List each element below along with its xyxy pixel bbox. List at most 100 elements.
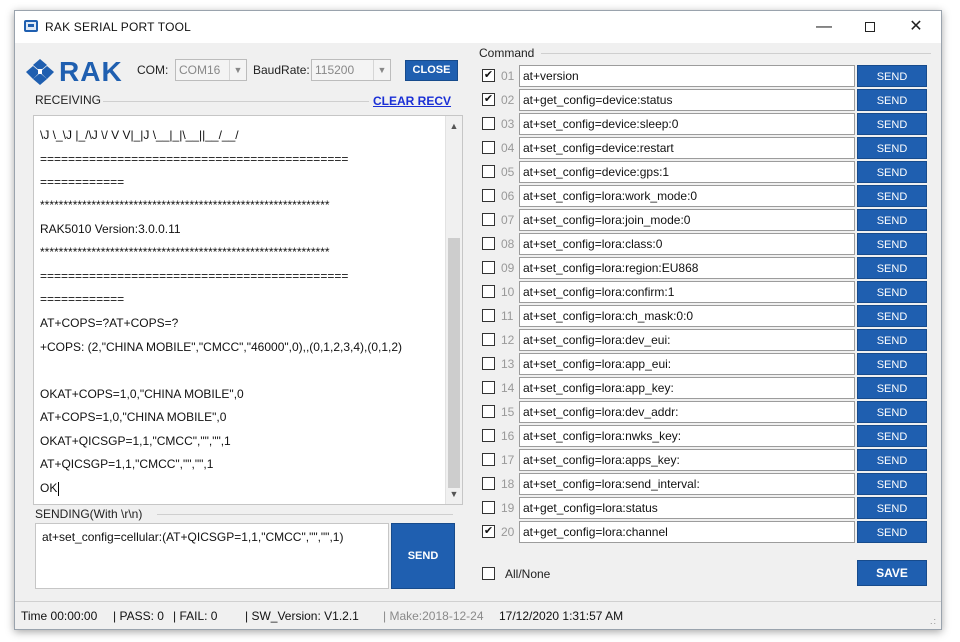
- command-checkbox[interactable]: ✔: [482, 525, 495, 538]
- command-input[interactable]: at+set_config=device:sleep:0: [519, 113, 855, 135]
- command-send-button[interactable]: SEND: [857, 137, 927, 159]
- command-row: 14 at+set_config=lora:app_key: SEND: [479, 377, 929, 399]
- command-send-button[interactable]: SEND: [857, 425, 927, 447]
- recv-line: ========================================…: [40, 152, 349, 166]
- command-input[interactable]: at+set_config=lora:confirm:1: [519, 281, 855, 303]
- save-button[interactable]: SAVE: [857, 560, 927, 586]
- close-port-button[interactable]: CLOSE: [405, 60, 458, 81]
- command-input[interactable]: at+version: [519, 65, 855, 87]
- com-select[interactable]: COM16 ▼: [175, 59, 247, 81]
- command-checkbox[interactable]: ✔: [482, 93, 495, 106]
- com-select-value: COM16: [179, 63, 221, 77]
- command-input[interactable]: at+set_config=lora:dev_eui:: [519, 329, 855, 351]
- minimize-button[interactable]: —: [801, 11, 847, 43]
- command-send-button[interactable]: SEND: [857, 89, 927, 111]
- receive-scrollbar[interactable]: ▲ ▼: [445, 116, 462, 504]
- command-checkbox[interactable]: [482, 189, 495, 202]
- command-send-button[interactable]: SEND: [857, 329, 927, 351]
- command-checkbox[interactable]: [482, 333, 495, 346]
- scroll-up-icon[interactable]: ▲: [446, 118, 462, 134]
- command-checkbox[interactable]: [482, 405, 495, 418]
- command-input[interactable]: at+set_config=lora:work_mode:0: [519, 185, 855, 207]
- resize-grip-icon[interactable]: .:: [930, 616, 937, 626]
- maximize-icon: [865, 21, 875, 32]
- command-row: 13 at+set_config=lora:app_eui: SEND: [479, 353, 929, 375]
- command-number: 07: [501, 213, 515, 227]
- recv-last-text: OK: [40, 481, 58, 495]
- command-number: 14: [501, 381, 515, 395]
- command-input[interactable]: at+get_config=lora:channel: [519, 521, 855, 543]
- maximize-button[interactable]: [847, 11, 893, 43]
- baudrate-select[interactable]: 115200 ▼: [311, 59, 391, 81]
- close-window-button[interactable]: ✕: [893, 11, 939, 43]
- command-checkbox[interactable]: [482, 237, 495, 250]
- command-checkbox[interactable]: [482, 285, 495, 298]
- send-input[interactable]: at+set_config=cellular:(AT+QICSGP=1,1,"C…: [35, 523, 389, 589]
- command-input[interactable]: at+set_config=device:gps:1: [519, 161, 855, 183]
- rak-logo: RAK: [25, 56, 135, 88]
- command-checkbox[interactable]: [482, 477, 495, 490]
- command-send-button[interactable]: SEND: [857, 233, 927, 255]
- command-input[interactable]: at+get_config=lora:status: [519, 497, 855, 519]
- command-number: 12: [501, 333, 515, 347]
- command-row: ✔ 01 at+version SEND: [479, 65, 929, 87]
- recv-line: ****************************************…: [40, 245, 330, 259]
- command-checkbox[interactable]: [482, 117, 495, 130]
- command-checkbox[interactable]: [482, 261, 495, 274]
- command-send-button[interactable]: SEND: [857, 305, 927, 327]
- status-pass: | PASS: 0: [113, 609, 164, 623]
- command-send-button[interactable]: SEND: [857, 281, 927, 303]
- command-checkbox[interactable]: ✔: [482, 69, 495, 82]
- command-number: 13: [501, 357, 515, 371]
- rak-logo-mark-icon: [26, 59, 54, 85]
- scroll-down-icon[interactable]: ▼: [446, 486, 462, 502]
- text-caret: [58, 481, 60, 496]
- command-checkbox[interactable]: [482, 453, 495, 466]
- command-row: 04 at+set_config=device:restart SEND: [479, 137, 929, 159]
- command-input[interactable]: at+set_config=device:restart: [519, 137, 855, 159]
- command-input[interactable]: at+set_config=lora:dev_addr:: [519, 401, 855, 423]
- command-row: 17 at+set_config=lora:apps_key: SEND: [479, 449, 929, 471]
- command-row: 06 at+set_config=lora:work_mode:0 SEND: [479, 185, 929, 207]
- command-send-button[interactable]: SEND: [857, 257, 927, 279]
- command-row: 16 at+set_config=lora:nwks_key: SEND: [479, 425, 929, 447]
- command-send-button[interactable]: SEND: [857, 401, 927, 423]
- command-send-button[interactable]: SEND: [857, 497, 927, 519]
- command-input[interactable]: at+set_config=lora:class:0: [519, 233, 855, 255]
- send-button[interactable]: SEND: [391, 523, 455, 589]
- command-checkbox[interactable]: [482, 309, 495, 322]
- scroll-thumb[interactable]: [448, 238, 460, 488]
- command-send-button[interactable]: SEND: [857, 209, 927, 231]
- clear-recv-link[interactable]: CLEAR RECV: [373, 94, 451, 108]
- command-checkbox[interactable]: [482, 165, 495, 178]
- command-checkbox[interactable]: [482, 501, 495, 514]
- command-checkbox[interactable]: [482, 213, 495, 226]
- command-send-button[interactable]: SEND: [857, 65, 927, 87]
- all-none-checkbox[interactable]: [482, 567, 495, 580]
- command-send-button[interactable]: SEND: [857, 377, 927, 399]
- command-input[interactable]: at+set_config=lora:nwks_key:: [519, 425, 855, 447]
- command-input[interactable]: at+set_config=lora:send_interval:: [519, 473, 855, 495]
- command-number: 05: [501, 165, 515, 179]
- command-input[interactable]: at+set_config=lora:ch_mask:0:0: [519, 305, 855, 327]
- command-send-button[interactable]: SEND: [857, 473, 927, 495]
- receive-textarea[interactable]: \J \_\J |_/\J \/ V V|_|J \__|_|\__||__/_…: [33, 115, 463, 505]
- recv-line: AT+QICSGP=1,1,"CMCC","","",1: [40, 457, 214, 471]
- command-checkbox[interactable]: [482, 429, 495, 442]
- command-checkbox[interactable]: [482, 141, 495, 154]
- command-send-button[interactable]: SEND: [857, 353, 927, 375]
- command-input[interactable]: at+set_config=lora:app_key:: [519, 377, 855, 399]
- command-checkbox[interactable]: [482, 381, 495, 394]
- command-checkbox[interactable]: [482, 357, 495, 370]
- command-send-button[interactable]: SEND: [857, 449, 927, 471]
- command-send-button[interactable]: SEND: [857, 185, 927, 207]
- command-input[interactable]: at+set_config=lora:join_mode:0: [519, 209, 855, 231]
- command-input[interactable]: at+set_config=lora:app_eui:: [519, 353, 855, 375]
- command-row: ✔ 20 at+get_config=lora:channel SEND: [479, 521, 929, 543]
- command-send-button[interactable]: SEND: [857, 521, 927, 543]
- command-input[interactable]: at+set_config=lora:apps_key:: [519, 449, 855, 471]
- command-input[interactable]: at+get_config=device:status: [519, 89, 855, 111]
- command-send-button[interactable]: SEND: [857, 113, 927, 135]
- command-send-button[interactable]: SEND: [857, 161, 927, 183]
- command-input[interactable]: at+set_config=lora:region:EU868: [519, 257, 855, 279]
